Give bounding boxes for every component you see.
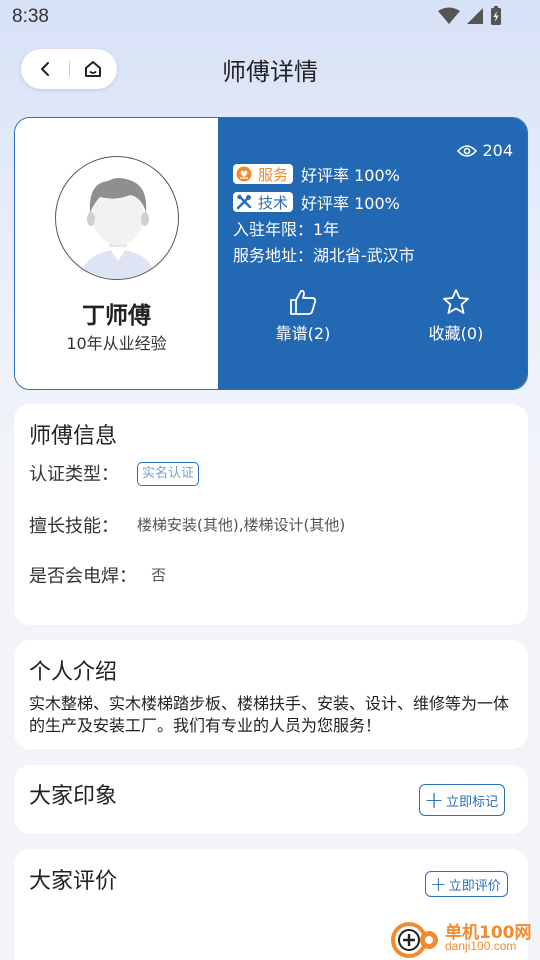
battery-icon [491, 6, 501, 25]
plus-icon: + [430, 872, 447, 896]
watermark-url: danji100.com [445, 939, 517, 953]
service-rating-line: 服务 好评率 100% [233, 162, 400, 186]
favorite-button[interactable]: 收藏(0) [396, 288, 516, 344]
cert-type-label: 认证类型： [29, 464, 119, 485]
plus-icon: + [424, 786, 445, 814]
status-icons [438, 6, 502, 26]
wifi-icon [438, 7, 460, 24]
profile-summary: 丁师傅 10年从业经验 [15, 118, 218, 389]
cert-badge: 实名认证 [137, 462, 200, 486]
service-address: 服务地址：湖北省-武汉市 [233, 246, 415, 265]
intro-card: 个人介绍 实木整梯、实木楼梯踏步板、楼梯扶手、安装、设计、维修等为一体的生产及安… [14, 640, 528, 749]
profile-card: 丁师傅 10年从业经验 204 服务 好评率 100% 技术 好评率 100% … [14, 117, 528, 390]
tech-tag: 技术 [233, 192, 294, 212]
tools-icon [236, 194, 252, 210]
master-info-title: 师傅信息 [29, 424, 118, 449]
service-tag-label: 服务 [258, 165, 289, 184]
avatar [55, 156, 179, 280]
like-button[interactable]: 靠谱(2) [243, 288, 363, 344]
favorite-label: 收藏(0) [428, 324, 484, 343]
write-review-label: 立即评价 [448, 878, 501, 894]
welding-value: 否 [151, 566, 167, 584]
settled-years: 入驻年限：1年 [233, 220, 340, 239]
master-name: 丁师傅 [82, 303, 151, 329]
mark-impression-button[interactable]: + 立即标记 [419, 784, 506, 816]
watermark: 单机100网 danji100.com [389, 916, 540, 960]
impressions-card: 大家印象 + 立即标记 [14, 765, 528, 834]
tech-rating-line: 技术 好评率 100% [233, 190, 400, 214]
intro-text: 实木整梯、实木楼梯踏步板、楼梯扶手、安装、设计、维修等为一体的生产及安装工厂。我… [29, 694, 510, 735]
page-title: 师傅详情 [222, 58, 318, 86]
skills-value: 楼梯安装(其他),楼梯设计(其他) [137, 516, 346, 534]
service-heart-icon [236, 166, 252, 182]
tech-tag-label: 技术 [258, 193, 289, 212]
view-count-value: 204 [482, 141, 513, 160]
service-tag: 服务 [233, 164, 294, 184]
avatar-placeholder-icon [80, 178, 156, 279]
impressions-title: 大家印象 [29, 784, 118, 809]
welding-label: 是否会电焊： [29, 566, 137, 587]
view-count: 204 [457, 141, 513, 160]
like-label: 靠谱(2) [275, 324, 331, 343]
intro-title: 个人介绍 [29, 660, 118, 685]
mark-impression-label: 立即标记 [446, 794, 499, 810]
skills-label: 擅长技能： [29, 516, 119, 537]
reviews-title: 大家评价 [29, 869, 118, 894]
service-rating: 好评率 100% [301, 166, 400, 185]
status-time: 8:38 [12, 6, 49, 27]
thumbs-up-icon [290, 289, 317, 315]
write-review-button[interactable]: + 立即评价 [425, 871, 508, 897]
experience-years: 10年从业经验 [66, 334, 167, 353]
status-bar: 8:38 [0, 0, 540, 36]
eye-icon [457, 144, 478, 157]
star-icon [443, 289, 469, 314]
profile-details: 204 服务 好评率 100% 技术 好评率 100% 入驻年限：1年 服务地址… [218, 118, 527, 389]
signal-icon [467, 8, 483, 24]
master-info-card: 师傅信息 认证类型： 实名认证 擅长技能： 楼梯安装(其他),楼梯设计(其他) … [14, 404, 528, 625]
watermark-logo-icon [391, 922, 438, 958]
tech-rating: 好评率 100% [301, 194, 400, 213]
